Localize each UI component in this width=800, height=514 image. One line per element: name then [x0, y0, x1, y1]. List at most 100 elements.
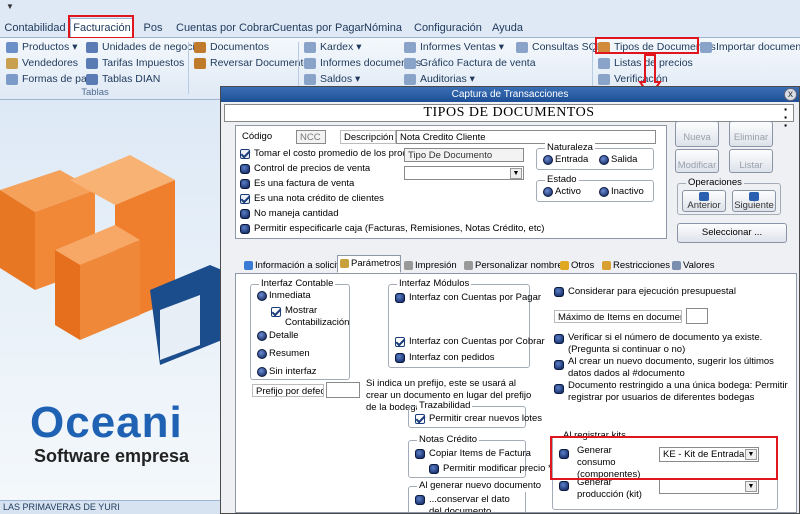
check-mark-icon: [240, 149, 250, 159]
ribbon-importar[interactable]: Importar documentos: [700, 40, 800, 55]
activo-radio[interactable]: [543, 187, 553, 197]
tab-otros[interactable]: Otros: [557, 257, 595, 273]
kardex-icon: [304, 42, 316, 53]
salida-radio[interactable]: [599, 155, 609, 165]
ribbon-reversar[interactable]: Reversar Documentos: [194, 56, 314, 71]
tab-contabilidad[interactable]: Contabilidad: [4, 19, 66, 37]
ribbon-documentos[interactable]: Documentos: [194, 40, 269, 55]
option-checkbox[interactable]: [240, 179, 250, 189]
codigo-label: Código: [242, 131, 273, 142]
tab-ayuda[interactable]: Ayuda: [492, 19, 523, 37]
otros-icon: [560, 261, 569, 270]
print-icon: [404, 261, 413, 270]
seleccionar-button[interactable]: Seleccionar ...: [677, 223, 787, 243]
generar-produccion-checkbox[interactable]: [559, 481, 569, 491]
conservar-checkbox[interactable]: [415, 495, 425, 505]
inactivo-radio[interactable]: [599, 187, 609, 197]
vendedores-icon: [6, 58, 18, 69]
mostrar-contabilizacion-checkbox[interactable]: [271, 307, 281, 317]
tipo-documento-select[interactable]: ▼: [404, 166, 524, 180]
close-icon[interactable]: x: [784, 88, 797, 101]
ribbon-kardex[interactable]: Kardex ▾: [304, 40, 361, 55]
ribbon-consultas-sql[interactable]: Consultas SQL: [516, 40, 603, 55]
tab-restricciones[interactable]: Restricciones: [599, 257, 671, 273]
tipo-documento-label: Tipo De Documento: [404, 148, 524, 162]
ribbon-auditorias[interactable]: Auditorias ▾: [404, 72, 475, 87]
verificacion-icon: [598, 74, 610, 85]
tab-personalizar[interactable]: Personalizar nombres: [461, 257, 568, 273]
modificar-precio-checkbox[interactable]: [429, 464, 439, 474]
nueva-button[interactable]: Nueva: [675, 121, 719, 147]
listar-button[interactable]: Listar: [729, 149, 773, 173]
tab-configuracion[interactable]: Configuración: [414, 19, 482, 37]
interfaz-contable-group: Interfaz Contable Inmediata Mostrar Cont…: [250, 278, 350, 380]
auditorias-icon: [404, 74, 416, 85]
tab-cuentas-cobrar[interactable]: Cuentas por Cobrar: [176, 19, 273, 37]
consultas-sql-icon: [516, 42, 528, 53]
maximo-items-field[interactable]: [686, 308, 708, 324]
tab-nomina[interactable]: Nómina: [364, 19, 402, 37]
descripcion-label: Descripción: [340, 130, 396, 144]
highlight-kits: [550, 436, 778, 480]
ribbon-saldos[interactable]: Saldos ▾: [304, 72, 360, 87]
ribbon-tablas-dian[interactable]: Tablas DIAN: [86, 72, 160, 87]
tab-impresion[interactable]: Impresión: [401, 257, 458, 273]
informes-ventas-icon: [404, 42, 416, 53]
saldos-icon: [304, 74, 316, 85]
ribbon-productos[interactable]: Productos ▾: [6, 40, 77, 55]
sugerir-checkbox[interactable]: [554, 360, 564, 370]
tarifas-icon: [86, 58, 98, 69]
qat-dropdown-icon[interactable]: ▼: [6, 2, 14, 11]
detalle-radio[interactable]: [257, 331, 267, 341]
option-label: Control de precios de venta: [254, 163, 371, 174]
logo-text: Oceani: [30, 398, 183, 447]
ribbon-vendedores[interactable]: Vendedores: [6, 56, 78, 71]
codigo-field[interactable]: NCC: [296, 130, 326, 144]
option-label: Es una factura de venta: [254, 178, 355, 189]
ribbon-grafico-factura[interactable]: Gráfico Factura de venta: [404, 56, 536, 71]
option-checkbox[interactable]: [240, 224, 250, 234]
tab-informacion[interactable]: Información a solicitar: [241, 257, 348, 273]
ribbon-informes-ventas[interactable]: Informes Ventas ▾: [404, 40, 504, 55]
resumen-radio[interactable]: [257, 349, 267, 359]
modificar-button[interactable]: Modificar: [675, 149, 719, 173]
tab-valores[interactable]: Valores: [669, 257, 716, 273]
tab-cuentas-pagar[interactable]: Cuentas por Pagar: [272, 19, 364, 37]
option-label: Permitir especificarle caja (Facturas, R…: [254, 223, 545, 234]
more-options-icon[interactable]: · · ·: [781, 102, 791, 132]
prefijo-field[interactable]: [326, 382, 360, 398]
tab-bar: Información a solicitar Parámetros Impre…: [235, 255, 795, 273]
ribbon-unidades[interactable]: Unidades de negocio: [86, 40, 201, 55]
option-checkbox[interactable]: [240, 209, 250, 219]
entrada-radio[interactable]: [543, 155, 553, 165]
interfaz-cxc-checkbox[interactable]: [395, 337, 405, 347]
crear-lotes-checkbox[interactable]: [415, 414, 425, 424]
listas-precios-icon: [598, 58, 610, 69]
copiar-items-checkbox[interactable]: [415, 449, 425, 459]
restringido-checkbox[interactable]: [554, 384, 564, 394]
ribbon-tarifas[interactable]: Tarifas Impuestos: [86, 56, 184, 71]
operaciones-group: Operaciones Anterior Siguiente: [677, 177, 781, 215]
prefijo-label: Prefijo por defecto: [252, 384, 324, 397]
formas-pago-icon: [6, 74, 18, 85]
page-title: TIPOS DE DOCUMENTOS: [224, 104, 794, 122]
presupuestal-checkbox[interactable]: [554, 287, 564, 297]
sin-interfaz-radio[interactable]: [257, 367, 267, 377]
option-label: Es una nota crédito de clientes: [254, 193, 384, 204]
interfaz-cxp-checkbox[interactable]: [395, 293, 405, 303]
eliminar-button[interactable]: Eliminar: [729, 121, 773, 147]
descripcion-field[interactable]: Nota Credito Cliente: [396, 130, 656, 144]
lock-icon: [602, 261, 611, 270]
option-checkbox[interactable]: [240, 164, 250, 174]
interfaz-pedidos-checkbox[interactable]: [395, 353, 405, 363]
quick-access-toolbar: ▼: [0, 0, 800, 16]
inmediata-radio[interactable]: [257, 291, 267, 301]
ribbon-formas-pago[interactable]: Formas de pago: [6, 72, 98, 87]
tab-pos[interactable]: Pos: [140, 19, 166, 37]
verificar-checkbox[interactable]: [554, 334, 564, 344]
previous-icon: [699, 192, 709, 201]
documentos-icon: [194, 42, 206, 53]
produccion-select[interactable]: ▼: [659, 479, 759, 494]
tab-parametros[interactable]: Parámetros: [337, 255, 402, 273]
reversar-icon: [194, 58, 206, 69]
